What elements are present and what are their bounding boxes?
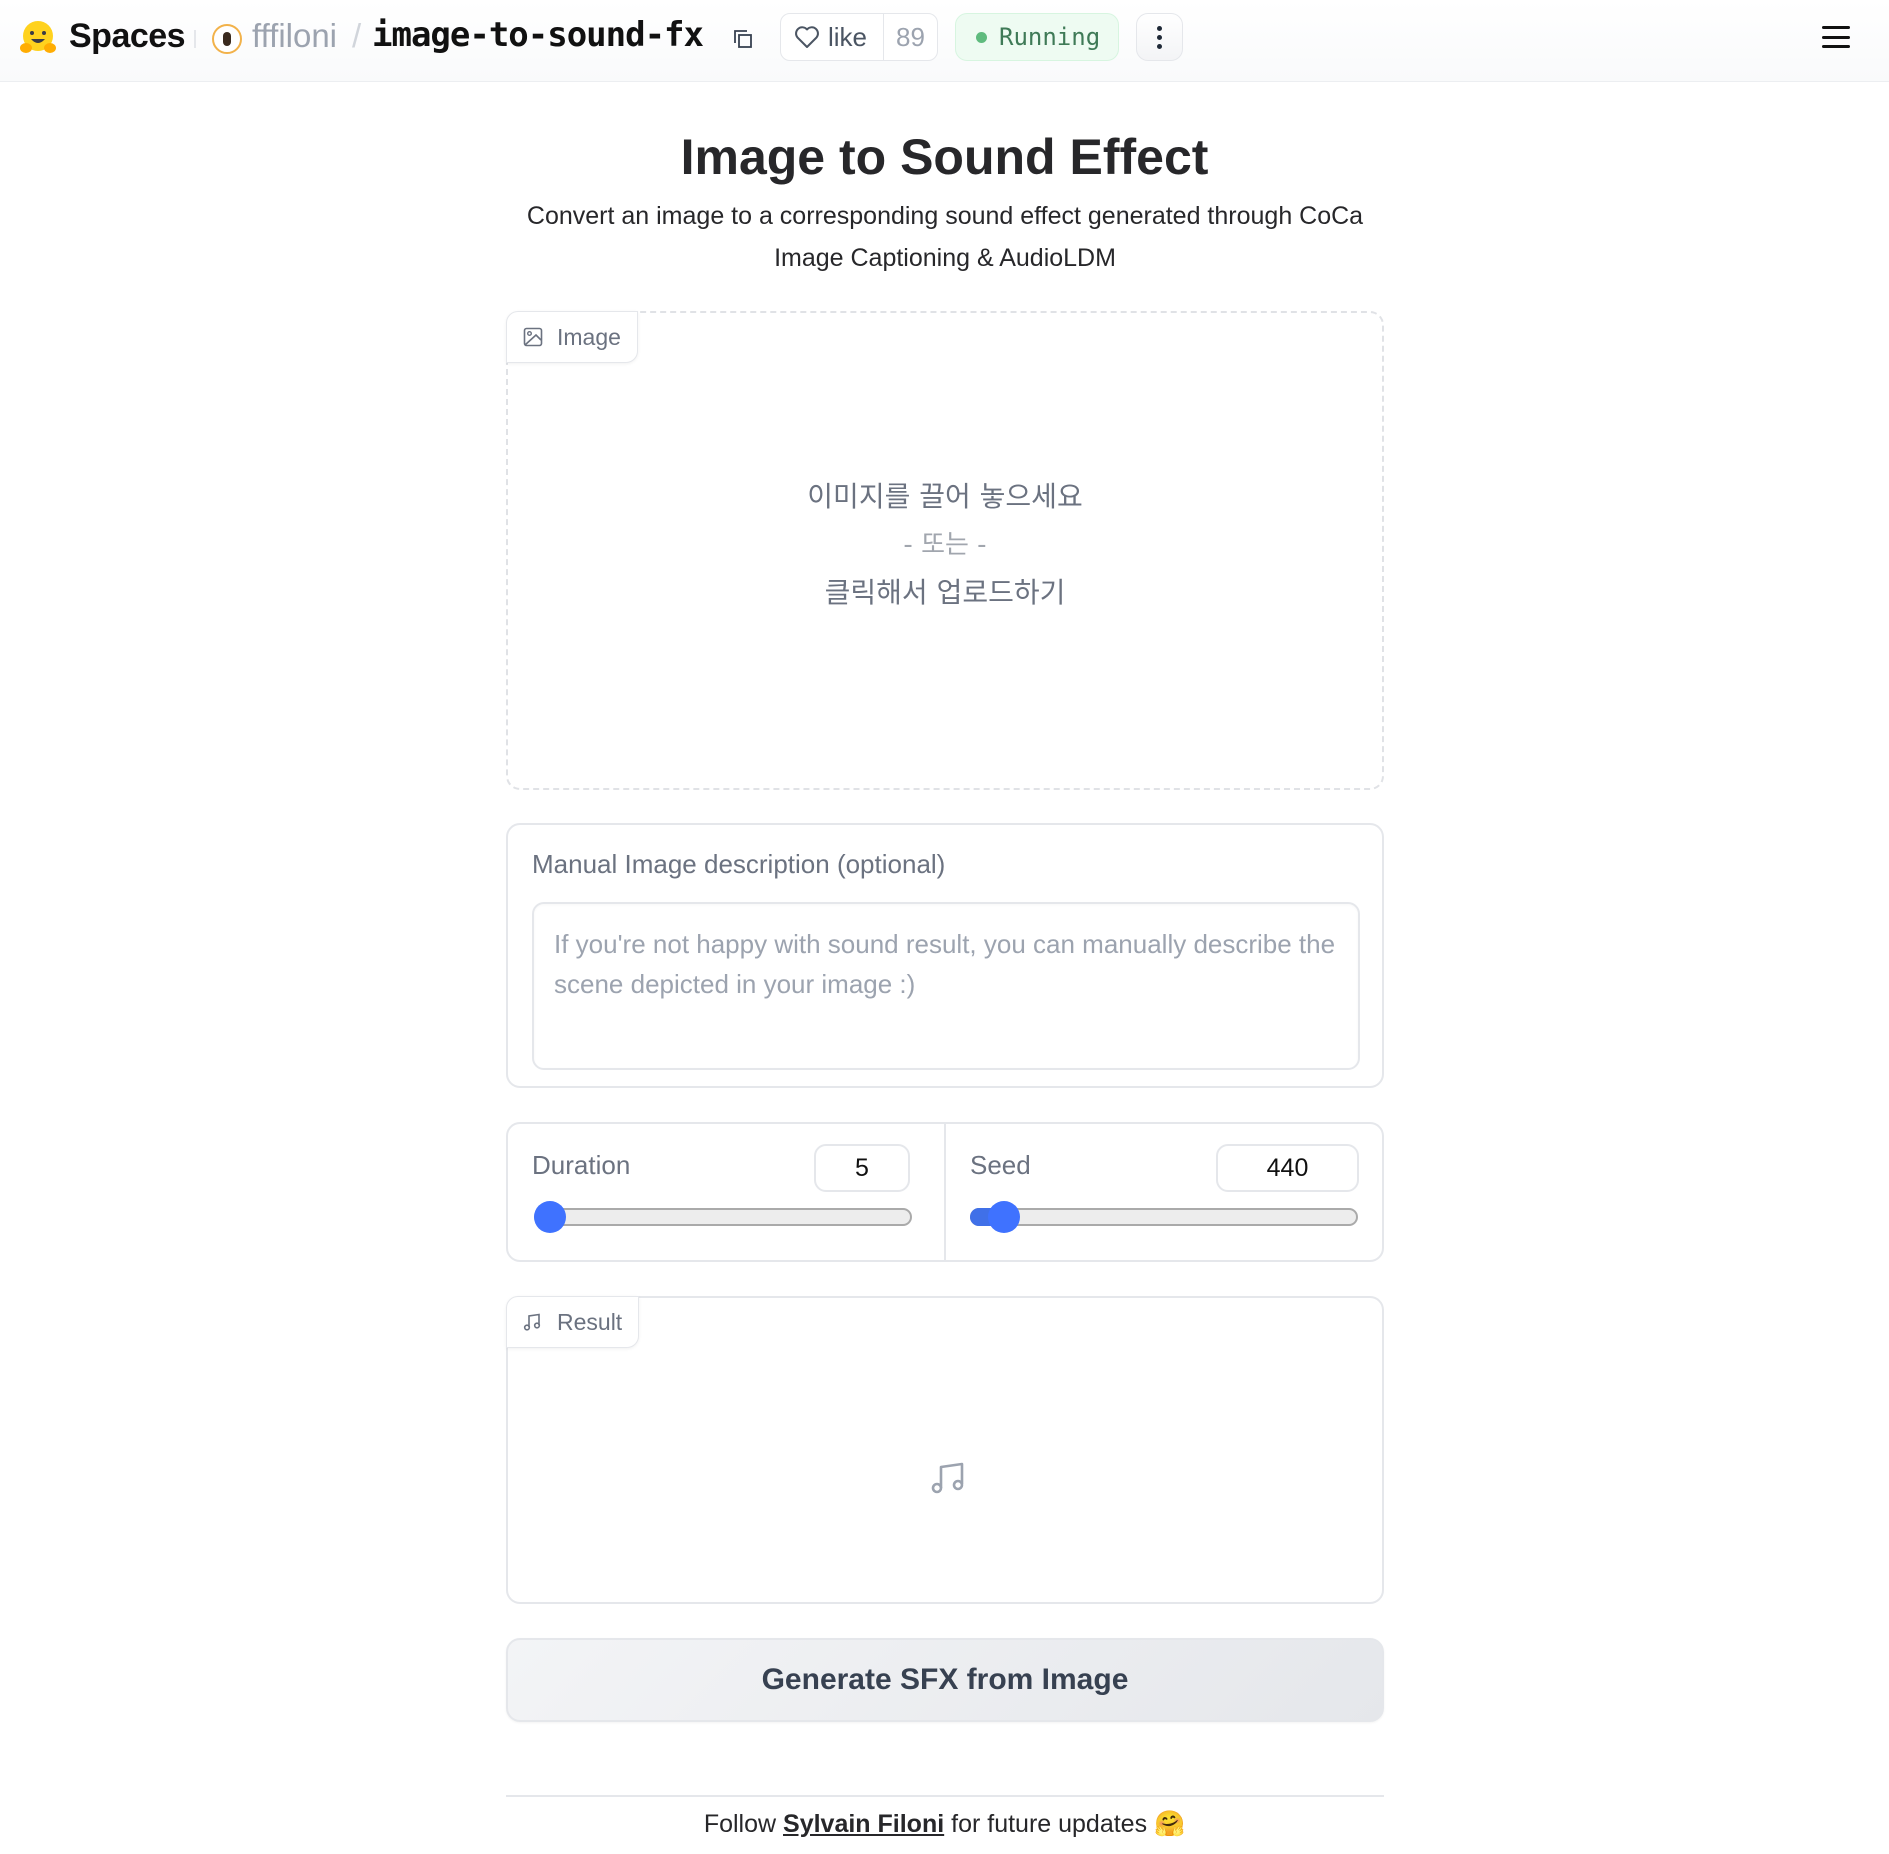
divider <box>194 30 196 48</box>
footer-text: Follow Sylvain Filoni for future updates… <box>0 1810 1889 1839</box>
copy-icon[interactable] <box>732 28 754 50</box>
like-count[interactable]: 89 <box>884 14 937 60</box>
image-label: Image <box>557 323 621 350</box>
hugging-face-logo-icon[interactable] <box>18 18 58 58</box>
upload-instructions: 이미지를 끌어 놓으세요 - 또는 - 클릭해서 업로드하기 <box>508 473 1382 617</box>
footer-suffix: for future updates <box>951 1810 1148 1838</box>
dot-icon <box>1157 34 1162 40</box>
duration-slider-thumb[interactable] <box>534 1201 566 1233</box>
spaces-link[interactable]: Spaces <box>69 17 186 56</box>
footer-divider <box>506 1795 1384 1797</box>
top-navbar: Spaces fffiloni / image-to-sound-fx like… <box>0 0 1889 82</box>
like-button-main[interactable]: like <box>781 14 884 60</box>
dot-icon <box>1157 25 1162 31</box>
music-note-icon <box>523 1313 541 1331</box>
click-to-upload-text: 클릭해서 업로드하기 <box>824 576 1066 609</box>
or-text: - 또는 - <box>903 530 987 560</box>
seed-slider[interactable] <box>970 1201 1358 1233</box>
drop-text: 이미지를 끌어 놓으세요 <box>807 480 1083 513</box>
seed-control: Seed <box>944 1124 1382 1260</box>
seed-label: Seed <box>970 1150 1031 1180</box>
generate-sfx-button[interactable]: Generate SFX from Image <box>506 1638 1384 1722</box>
page-subtitle: Convert an image to a corresponding soun… <box>526 202 1364 272</box>
result-audio-block: Result <box>506 1296 1384 1604</box>
owner-link[interactable]: fffiloni <box>252 17 337 55</box>
status-text: Running <box>999 23 1101 51</box>
image-block-label: Image <box>506 311 638 363</box>
owner-avatar[interactable] <box>212 24 242 54</box>
repo-name-link[interactable]: image-to-sound-fx <box>372 15 704 55</box>
seed-slider-thumb[interactable] <box>987 1201 1020 1233</box>
result-label: Result <box>557 1308 623 1335</box>
heart-icon <box>795 26 819 48</box>
page-title: Image to Sound Effect <box>680 129 1209 185</box>
more-options-button[interactable] <box>1136 13 1183 61</box>
hamburger-menu-icon[interactable] <box>1822 26 1850 48</box>
author-link[interactable]: Sylvain Filoni <box>783 1810 944 1838</box>
status-dot-icon <box>976 31 987 43</box>
duration-slider[interactable] <box>534 1201 912 1233</box>
status-badge[interactable]: Running <box>955 13 1119 61</box>
dot-icon <box>1157 43 1162 49</box>
image-upload-dropzone[interactable]: Image 이미지를 끌어 놓으세요 - 또는 - 클릭해서 업로드하기 <box>506 311 1384 790</box>
description-label: Manual Image description (optional) <box>532 849 946 879</box>
seed-number-input[interactable] <box>1216 1144 1359 1192</box>
duration-number-input[interactable] <box>814 1144 910 1192</box>
hugging-face-emoji-icon: 🤗 <box>1154 1810 1186 1838</box>
path-separator: / <box>352 17 362 54</box>
result-block-label: Result <box>506 1296 640 1348</box>
duration-control: Duration <box>508 1124 944 1260</box>
duration-label: Duration <box>532 1150 631 1180</box>
sliders-block: Duration Seed <box>506 1122 1384 1262</box>
like-button[interactable]: like 89 <box>780 13 938 61</box>
footer-prefix: Follow <box>703 1810 777 1838</box>
description-textarea[interactable] <box>532 902 1360 1070</box>
image-icon <box>523 327 543 347</box>
description-block: Manual Image description (optional) <box>506 823 1384 1088</box>
like-label: like <box>828 21 868 52</box>
music-note-icon <box>931 1462 964 1494</box>
